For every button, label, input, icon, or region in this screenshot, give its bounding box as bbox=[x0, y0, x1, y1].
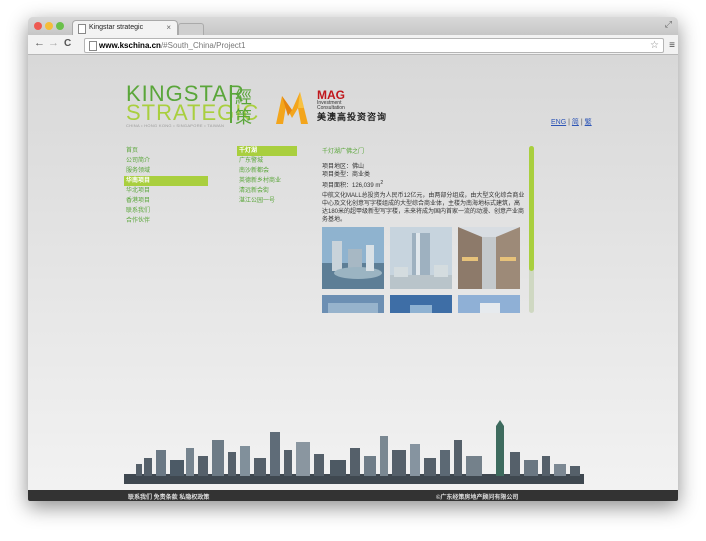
tab-title: Kingstar strategic bbox=[89, 24, 144, 31]
project-area-value: 项目面积：126,039 m bbox=[322, 183, 381, 189]
mag-logo-icon bbox=[276, 92, 308, 124]
address-bar[interactable]: www.kschina.cn/#South_China/Project1 ☆ ≡ bbox=[84, 38, 675, 53]
project-photo-2[interactable] bbox=[390, 227, 452, 289]
new-tab-button[interactable] bbox=[178, 23, 204, 35]
nav-item-services[interactable]: 服务领域 bbox=[124, 166, 208, 176]
page-footer: 联系我们 免责条款 私隐权政策 ©广东经策房地产顾问有限公司 bbox=[28, 490, 678, 501]
reload-icon[interactable]: C bbox=[64, 38, 71, 49]
project-title: 千灯湖广佛之门 bbox=[322, 149, 365, 155]
lang-traditional-link[interactable]: 繁 bbox=[585, 119, 592, 126]
url-domain: www.kschina.cn bbox=[99, 41, 161, 50]
subnav-item-6[interactable]: 湛江公园一号 bbox=[237, 196, 297, 206]
project-area: 项目面积：126,039 m2 bbox=[322, 179, 527, 190]
project-type: 项目类型：商业类 bbox=[322, 172, 371, 178]
tab-close-icon[interactable]: × bbox=[166, 23, 171, 32]
nav-item-partners[interactable]: 合作伙伴 bbox=[124, 216, 208, 226]
project-location: 项目地区：佛山 bbox=[322, 164, 365, 170]
project-photo-3[interactable] bbox=[458, 227, 520, 289]
close-window-button[interactable] bbox=[34, 22, 42, 30]
project-content: 千灯湖广佛之门 项目地区：佛山 项目类型：商业类 项目面积：126,039 m2… bbox=[322, 146, 527, 224]
project-gallery bbox=[322, 227, 527, 313]
tab-bar: Kingstar strategic × ⤢ bbox=[28, 17, 678, 36]
project-photo-5[interactable] bbox=[390, 295, 452, 313]
nav-item-south-china[interactable]: 华南项目 bbox=[124, 176, 208, 186]
main-nav: 首页 公司简介 服务领域 华南项目 华北项目 香港项目 联系我们 合作伙伴 bbox=[124, 146, 208, 226]
lang-separator-1: | bbox=[568, 119, 570, 126]
page-viewport: KINGSTAR STRATEGIC CHINA • HONG KONG • S… bbox=[28, 55, 678, 490]
language-switcher: ENG | 简 | 繁 bbox=[551, 117, 592, 127]
logo-divider bbox=[230, 85, 232, 123]
city-skyline-image bbox=[124, 420, 584, 484]
mag-chinese-name: 美澳高投资咨询 bbox=[317, 113, 388, 123]
page-favicon-icon bbox=[78, 24, 86, 34]
project-photo-1[interactable] bbox=[322, 227, 384, 289]
nav-item-contact[interactable]: 联系我们 bbox=[124, 206, 208, 216]
fullscreen-icon[interactable]: ⤢ bbox=[665, 19, 672, 30]
project-photo-6[interactable] bbox=[458, 295, 520, 313]
logo-chinese-ce: 策 bbox=[235, 108, 252, 128]
subnav-item-qiandenghu[interactable]: 千灯湖 bbox=[237, 146, 297, 156]
nav-item-north-china[interactable]: 华北项目 bbox=[124, 186, 208, 196]
minimize-window-button[interactable] bbox=[45, 22, 53, 30]
zoom-window-button[interactable] bbox=[56, 22, 64, 30]
lang-eng-link[interactable]: ENG bbox=[551, 119, 566, 126]
browser-toolbar: ← → C www.kschina.cn/#South_China/Projec… bbox=[28, 35, 678, 55]
footer-links[interactable]: 联系我们 免责条款 私隐权政策 bbox=[128, 492, 209, 501]
subnav-item-5[interactable]: 清远新会街 bbox=[237, 186, 297, 196]
project-area-sup: 2 bbox=[380, 180, 384, 186]
browser-menu-icon[interactable]: ≡ bbox=[669, 39, 675, 52]
nav-item-hong-kong[interactable]: 香港项目 bbox=[124, 196, 208, 206]
subnav-item-3[interactable]: 南沙新都会 bbox=[237, 166, 297, 176]
forward-icon[interactable]: → bbox=[48, 37, 59, 49]
lang-separator-2: | bbox=[580, 119, 583, 126]
browser-window: Kingstar strategic × ⤢ ← → C www.kschina… bbox=[28, 17, 678, 501]
browser-tab[interactable]: Kingstar strategic × bbox=[72, 20, 178, 36]
subnav-item-2[interactable]: 广东警城 bbox=[237, 156, 297, 166]
url-text: www.kschina.cn/#South_China/Project1 bbox=[99, 39, 245, 52]
back-icon[interactable]: ← bbox=[34, 37, 45, 49]
lang-simplified-link[interactable]: 简 bbox=[572, 119, 579, 126]
footer-copyright: ©广东经策房地产顾问有限公司 bbox=[436, 495, 519, 501]
nav-item-about[interactable]: 公司简介 bbox=[124, 156, 208, 166]
nav-item-home[interactable]: 首页 bbox=[124, 146, 208, 156]
project-description: 中航文化MALL总投资为人民币12亿元，由两部分组成，由大型文化综合商业中心及文… bbox=[322, 193, 525, 223]
url-path: /#South_China/Project1 bbox=[160, 41, 246, 50]
page-icon bbox=[89, 41, 97, 51]
project-subnav: 千灯湖 广东警城 南沙新都会 英德新乡村商业 清远新会街 湛江公园一号 bbox=[237, 146, 297, 206]
gallery-scrollbar-thumb[interactable] bbox=[529, 146, 534, 271]
subnav-item-4[interactable]: 英德新乡村商业 bbox=[237, 176, 297, 186]
project-photo-4[interactable] bbox=[322, 295, 384, 313]
bookmark-star-icon[interactable]: ☆ bbox=[650, 39, 659, 52]
